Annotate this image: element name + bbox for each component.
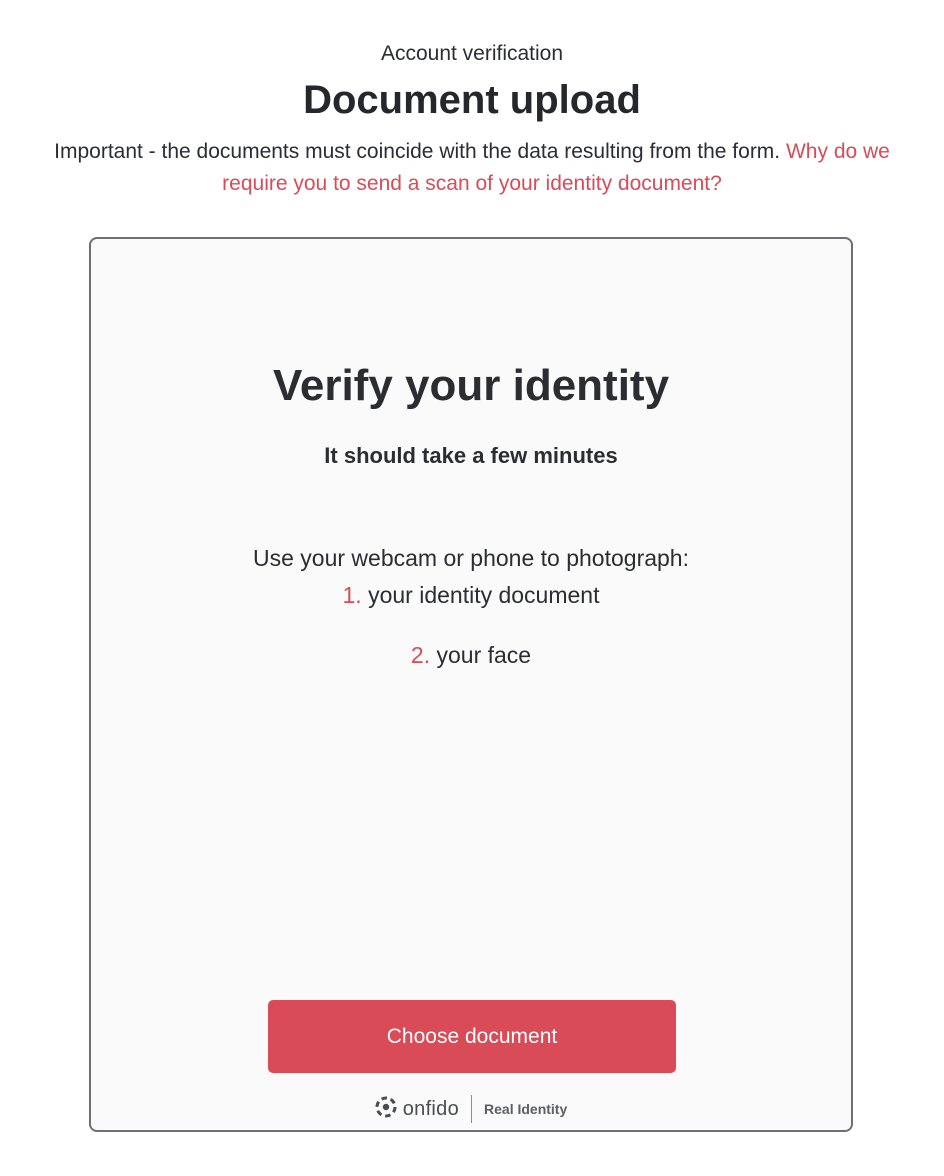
instructions-text: Use your webcam or phone to photograph: <box>253 545 689 571</box>
step-number: 1. <box>342 582 362 608</box>
tagline: Real Identity <box>484 1101 568 1117</box>
powered-by-footer: onfido Real Identity <box>91 1094 851 1124</box>
page-title: Document upload <box>303 78 641 122</box>
step-item: 2. your face <box>91 642 851 669</box>
choose-document-button[interactable]: Choose document <box>268 1000 676 1073</box>
page-subtitle: Account verification <box>380 42 564 65</box>
step-number: 2. <box>410 642 431 668</box>
intro-text: Important - the documents must coincide … <box>54 140 786 163</box>
step-item: 1. your identity document <box>91 582 851 609</box>
verification-card: Verify your identity It should take a fe… <box>89 237 853 1132</box>
onfido-logo-icon <box>375 1096 397 1123</box>
step-label: your identity document <box>368 582 600 608</box>
step-label: your face <box>436 642 532 668</box>
card-subtitle: It should take a few minutes <box>324 443 618 468</box>
brand-name: onfido <box>402 1097 460 1120</box>
intro-paragraph: Important - the documents must coincide … <box>24 136 920 200</box>
footer-divider <box>471 1095 473 1123</box>
brand-logo: onfido <box>375 1096 459 1123</box>
card-title: Verify your identity <box>272 361 670 410</box>
